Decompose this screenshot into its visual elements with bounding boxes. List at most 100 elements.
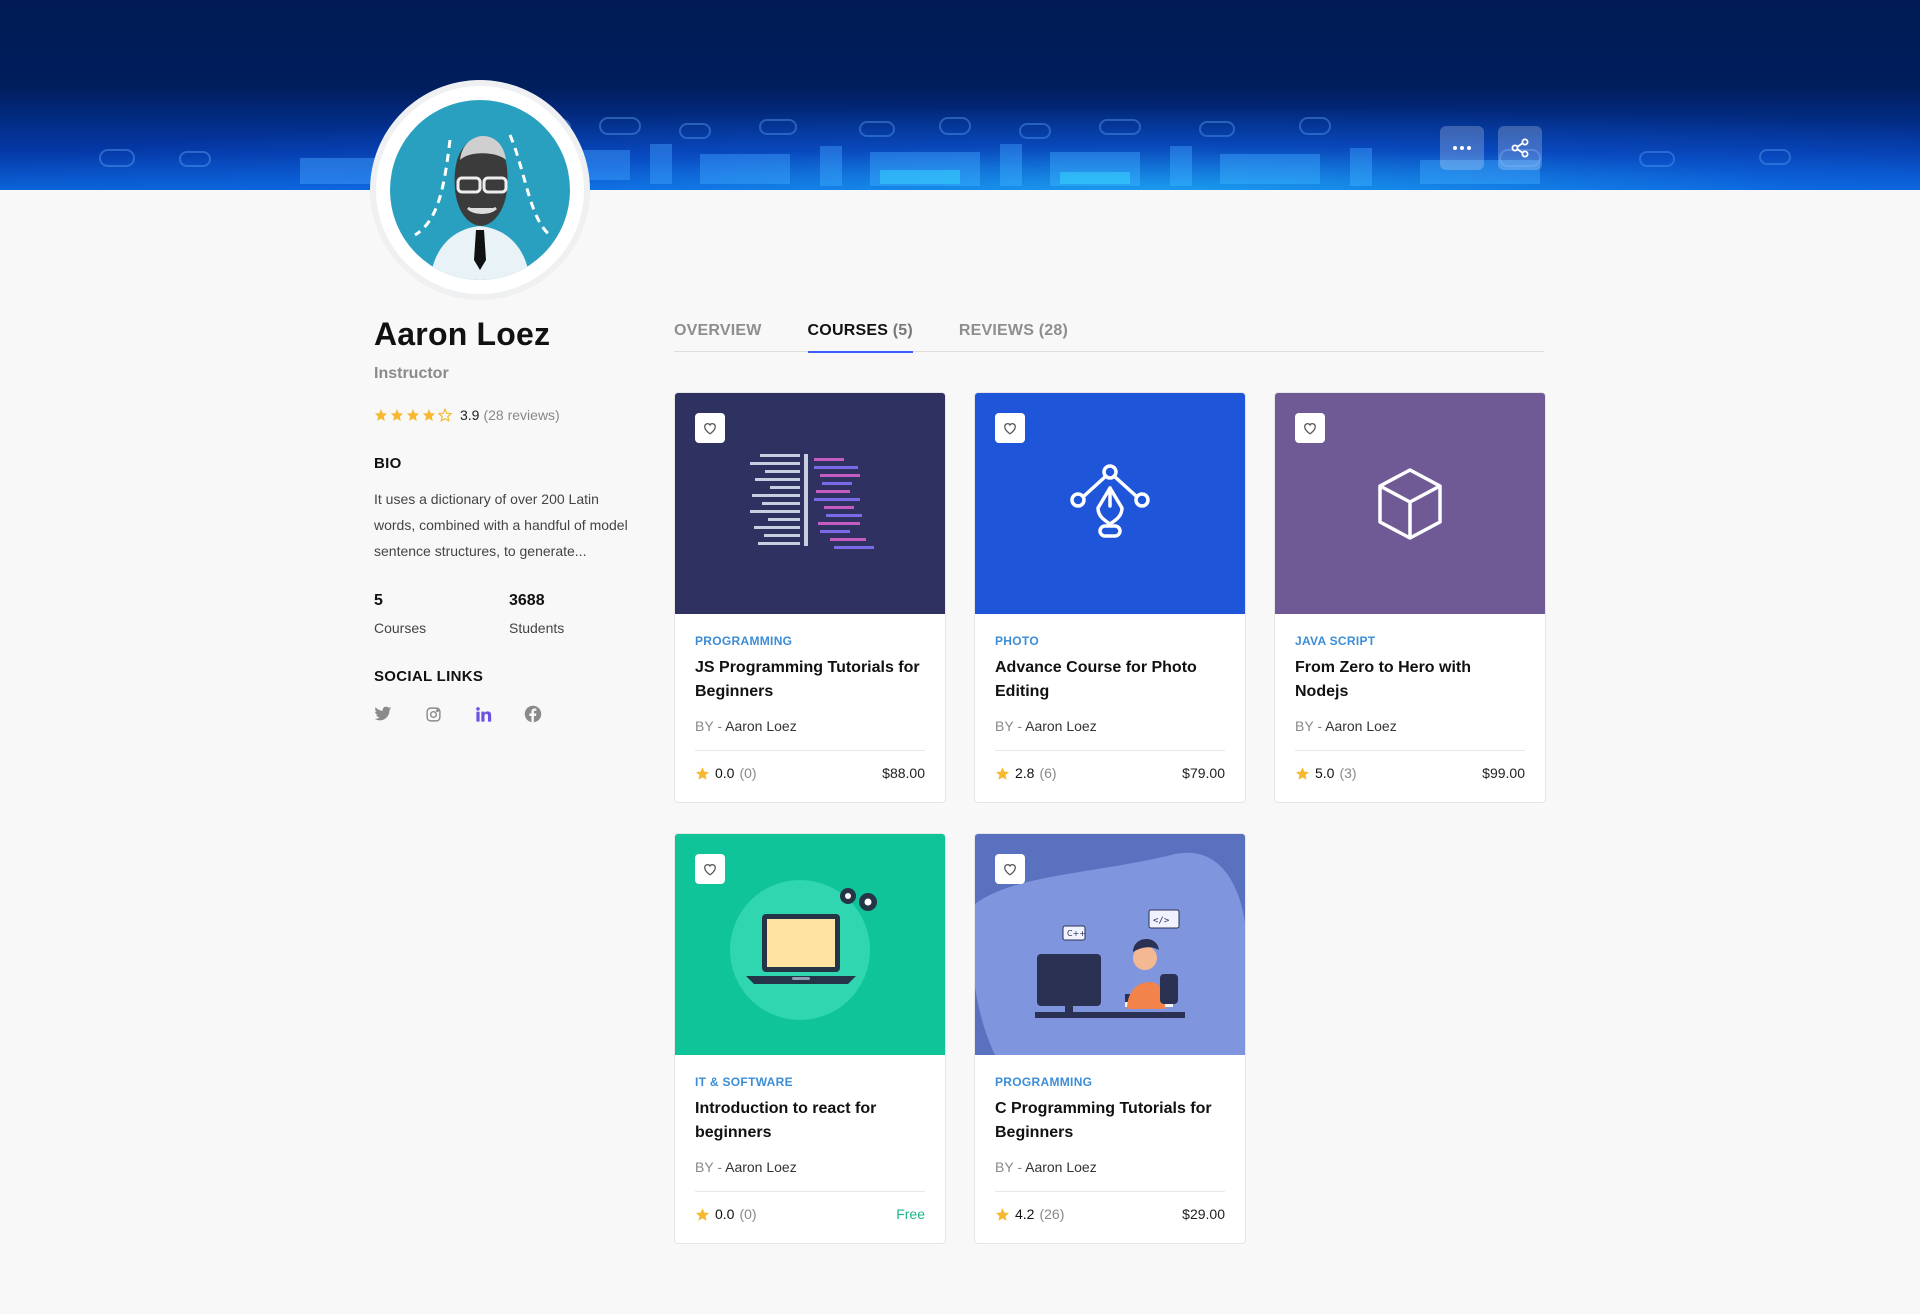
linkedin-link[interactable]	[474, 705, 492, 723]
social-links-heading: SOCIAL LINKS	[374, 668, 484, 685]
rating-stars	[374, 408, 452, 422]
heart-icon	[1004, 422, 1016, 435]
course-author: BY - Aaron Loez	[1295, 718, 1525, 734]
course-price: $99.00	[1482, 765, 1525, 781]
course-category: IT & SOFTWARE	[695, 1075, 793, 1089]
author-name[interactable]: Aaron Loez	[1025, 718, 1097, 734]
rating-value: 0.0	[715, 765, 735, 781]
author-prefix: BY -	[1295, 718, 1322, 734]
course-card[interactable]: IT & SOFTWARE Introduction to react for …	[674, 833, 946, 1244]
author-name[interactable]: Aaron Loez	[1325, 718, 1397, 734]
wishlist-button[interactable]	[995, 413, 1025, 443]
bio-text: It uses a dictionary of over 200 Latin w…	[374, 491, 628, 559]
instagram-link[interactable]	[424, 705, 442, 723]
avatar	[390, 100, 570, 280]
wishlist-button[interactable]	[1295, 413, 1325, 443]
instructor-rating: 3.9 (28 reviews)	[374, 407, 644, 423]
svg-text:</>: </>	[1153, 916, 1170, 926]
course-category: PROGRAMMING	[695, 634, 793, 648]
author-name[interactable]: Aaron Loez	[725, 718, 797, 734]
course-title[interactable]: Introduction to react for beginners	[695, 1097, 925, 1145]
stat-value: 3688	[509, 592, 545, 609]
share-icon	[1511, 138, 1529, 158]
course-category: JAVA SCRIPT	[1295, 634, 1376, 648]
rating-value: 0.0	[715, 1206, 735, 1222]
course-thumbnail: C++ </>	[975, 834, 1245, 1055]
linkedin-icon	[475, 706, 491, 722]
author-prefix: BY -	[695, 1159, 722, 1175]
rating-count: (3)	[1339, 765, 1357, 781]
star-filled-icon	[1295, 766, 1310, 780]
course-thumbnail	[975, 393, 1245, 614]
course-author: BY - Aaron Loez	[995, 718, 1225, 734]
twitter-link[interactable]	[374, 705, 392, 723]
tab-overview[interactable]: OVERVIEW	[674, 322, 762, 352]
heart-icon	[1304, 422, 1316, 435]
tab-count: (5)	[892, 322, 913, 339]
course-footer: 5.0 (3) $99.00	[1295, 750, 1525, 781]
stat-value: 5	[374, 592, 383, 609]
course-card[interactable]: C++ </> PROGRAMMING C Programming Tutori…	[974, 833, 1246, 1244]
facebook-icon	[524, 705, 542, 723]
course-card[interactable]: PROGRAMMING JS Programming Tutorials for…	[674, 392, 946, 803]
avatar-frame	[376, 86, 584, 294]
star-filled-icon	[390, 409, 404, 421]
course-thumbnail	[675, 393, 945, 614]
course-card[interactable]: JAVA SCRIPT From Zero to Hero with Nodej…	[1274, 392, 1546, 803]
code-lines-illustration	[750, 453, 874, 549]
stat-label: Courses	[374, 620, 427, 636]
tab-courses[interactable]: COURSES (5)	[807, 322, 914, 353]
wishlist-button[interactable]	[995, 854, 1025, 884]
course-title[interactable]: From Zero to Hero with Nodejs	[1295, 656, 1525, 704]
tab-label: COURSES	[807, 322, 889, 339]
course-footer: 0.0 (0) Free	[695, 1191, 925, 1222]
author-name[interactable]: Aaron Loez	[725, 1159, 797, 1175]
author-name[interactable]: Aaron Loez	[1025, 1159, 1097, 1175]
author-prefix: BY -	[695, 718, 722, 734]
course-price: $79.00	[1182, 765, 1225, 781]
profile-sidebar: Aaron Loez Instructor 3.9 (28 reviews) B…	[374, 316, 644, 723]
course-title[interactable]: Advance Course for Photo Editing	[995, 656, 1225, 704]
profile-tabs: OVERVIEW COURSES (5) REVIEWS (28)	[674, 322, 1544, 353]
wishlist-button[interactable]	[695, 413, 725, 443]
reviews-count: (28 reviews)	[483, 407, 560, 423]
tab-label: REVIEWS	[958, 322, 1035, 339]
course-category: PROGRAMMING	[995, 1075, 1093, 1089]
course-title[interactable]: C Programming Tutorials for Beginners	[995, 1097, 1225, 1145]
profile-banner	[0, 0, 1920, 190]
instructor-name: Aaron Loez	[374, 316, 551, 352]
course-category: PHOTO	[995, 634, 1039, 648]
rating-count: (0)	[739, 765, 757, 781]
star-filled-icon	[406, 409, 420, 421]
rating-count: (26)	[1039, 1206, 1065, 1222]
laptop-illustration	[730, 879, 877, 1020]
facebook-link[interactable]	[524, 705, 542, 723]
star-filled-icon	[995, 1207, 1010, 1221]
tab-reviews[interactable]: REVIEWS (28)	[959, 322, 1068, 352]
bio-heading: BIO	[374, 455, 402, 472]
cube-icon	[1378, 467, 1442, 540]
course-card[interactable]: PHOTO Advance Course for Photo Editing B…	[974, 392, 1246, 803]
course-footer: 4.2 (26) $29.00	[995, 1191, 1225, 1222]
course-rating: 0.0 (0)	[695, 765, 757, 781]
course-rating: 2.8 (6)	[995, 765, 1057, 781]
course-author: BY - Aaron Loez	[695, 718, 925, 734]
svg-text:C++: C++	[1067, 929, 1086, 938]
instagram-icon	[425, 706, 441, 722]
heart-icon	[1004, 863, 1016, 876]
share-button[interactable]	[1498, 126, 1542, 170]
rating-count: (0)	[739, 1206, 757, 1222]
course-author: BY - Aaron Loez	[995, 1159, 1225, 1175]
course-title[interactable]: JS Programming Tutorials for Beginners	[695, 656, 925, 704]
wishlist-button[interactable]	[695, 854, 725, 884]
banner-glow	[0, 110, 1920, 190]
more-options-button[interactable]	[1440, 126, 1484, 170]
stat-students: 3688 Students	[509, 592, 644, 636]
instructor-stats: 5 Courses 3688 Students	[374, 592, 644, 636]
pen-tool-icon	[1070, 463, 1150, 538]
star-filled-icon	[695, 766, 710, 780]
star-filled-icon	[995, 766, 1010, 780]
author-prefix: BY -	[995, 1159, 1022, 1175]
course-price: $88.00	[882, 765, 925, 781]
stat-label: Students	[509, 620, 565, 636]
